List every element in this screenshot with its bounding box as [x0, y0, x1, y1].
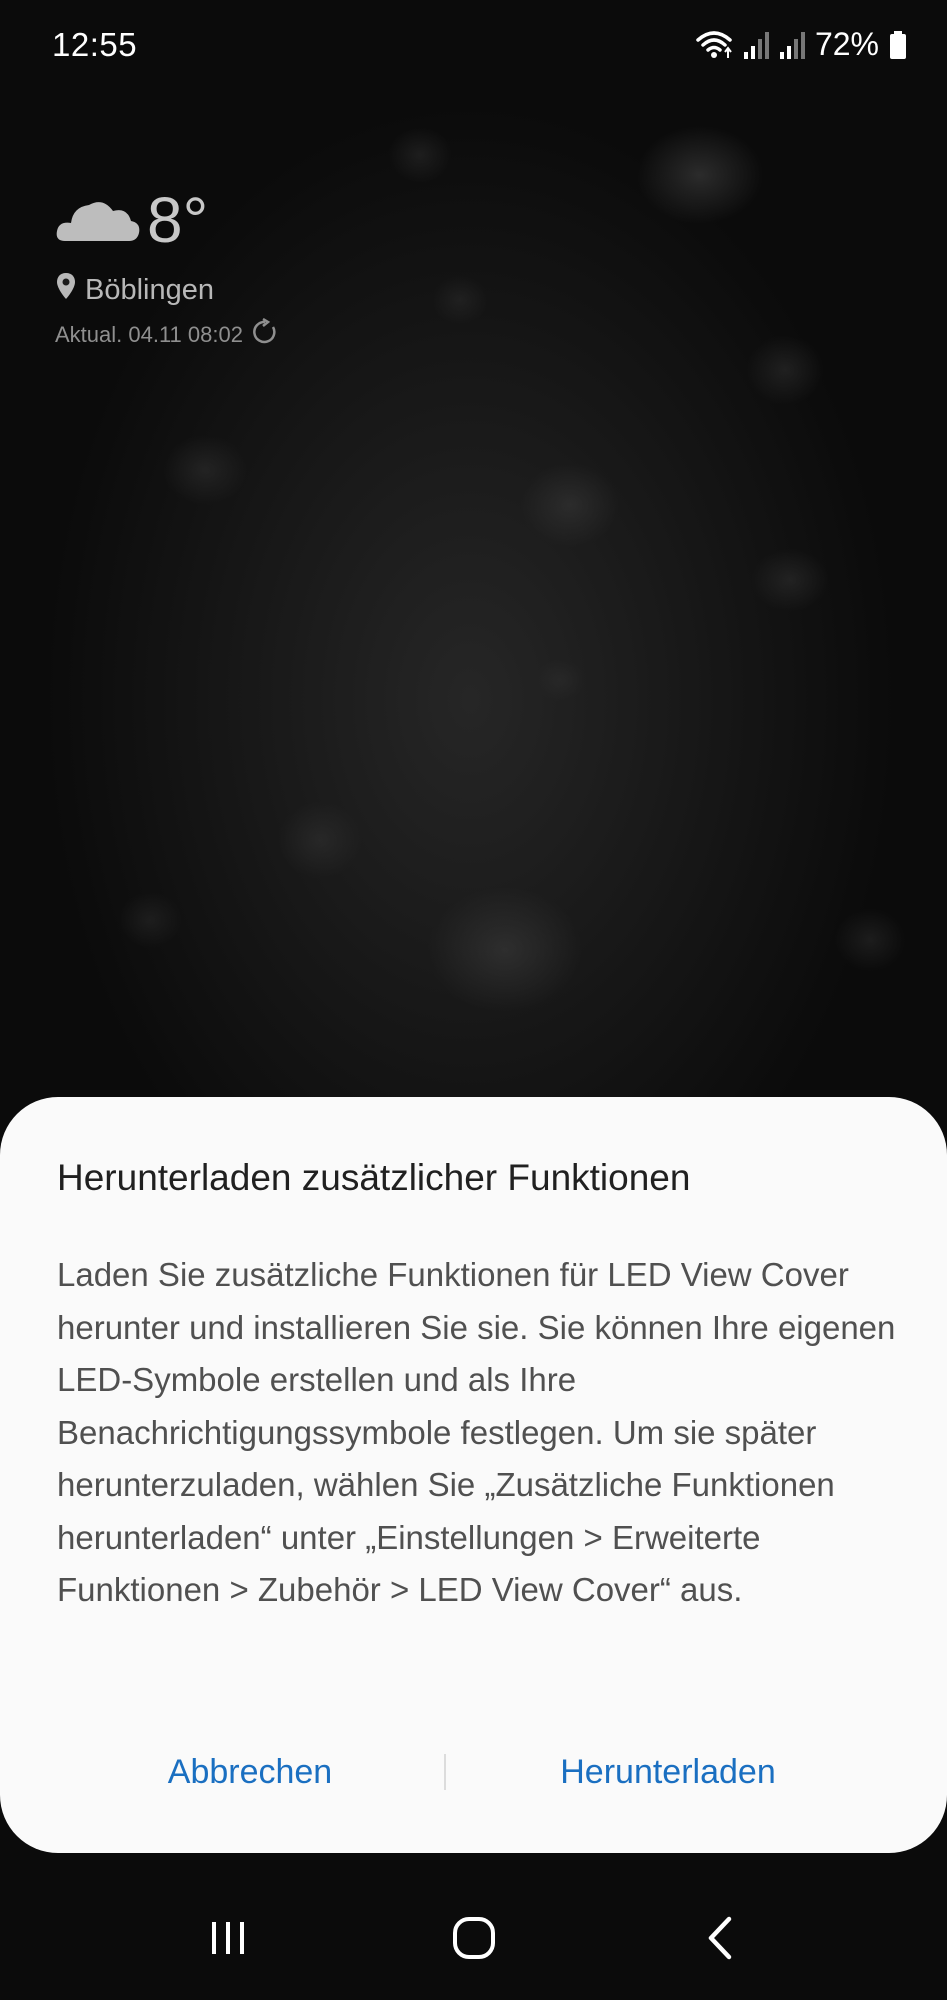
signal-icon — [779, 30, 805, 60]
recents-button[interactable] — [168, 1880, 288, 2000]
wifi-icon — [695, 30, 733, 60]
dialog-message: Laden Sie zusätzliche Funktionen für LED… — [57, 1256, 896, 1608]
navigation-bar — [0, 1880, 947, 2000]
weather-temperature: 8° — [147, 184, 209, 256]
button-divider — [444, 1754, 446, 1790]
download-dialog: Herunterladen zusätzlicher Funktionen La… — [0, 1097, 947, 1853]
dialog-actions: Abbrechen Herunterladen — [0, 1737, 947, 1807]
recents-icon — [208, 1918, 248, 1963]
weather-location-text: Böblingen — [85, 273, 214, 306]
battery-percent: 72% — [814, 26, 879, 62]
location-pin-icon — [55, 272, 77, 308]
back-button[interactable] — [660, 1880, 780, 2000]
download-button[interactable]: Herunterladen — [458, 1737, 878, 1807]
weather-widget[interactable]: 8° Böblingen Aktual. 04.11 08:02 — [55, 184, 279, 352]
dialog-title: Herunterladen zusätzlicher Funktionen — [57, 1157, 691, 1198]
battery-icon — [889, 30, 907, 60]
refresh-icon[interactable] — [251, 317, 279, 352]
signal-icon — [743, 30, 769, 60]
home-icon — [452, 1916, 496, 1965]
weather-updated-text: Aktual. 04.11 08:02 — [55, 322, 243, 347]
status-bar: 12:55 72% — [0, 0, 947, 90]
cancel-button[interactable]: Abbrechen — [40, 1737, 460, 1807]
home-button[interactable] — [414, 1880, 534, 2000]
status-icons: 72% — [695, 26, 907, 63]
back-icon — [705, 1916, 735, 1965]
status-time: 12:55 — [52, 26, 138, 63]
cloud-icon — [55, 193, 141, 250]
